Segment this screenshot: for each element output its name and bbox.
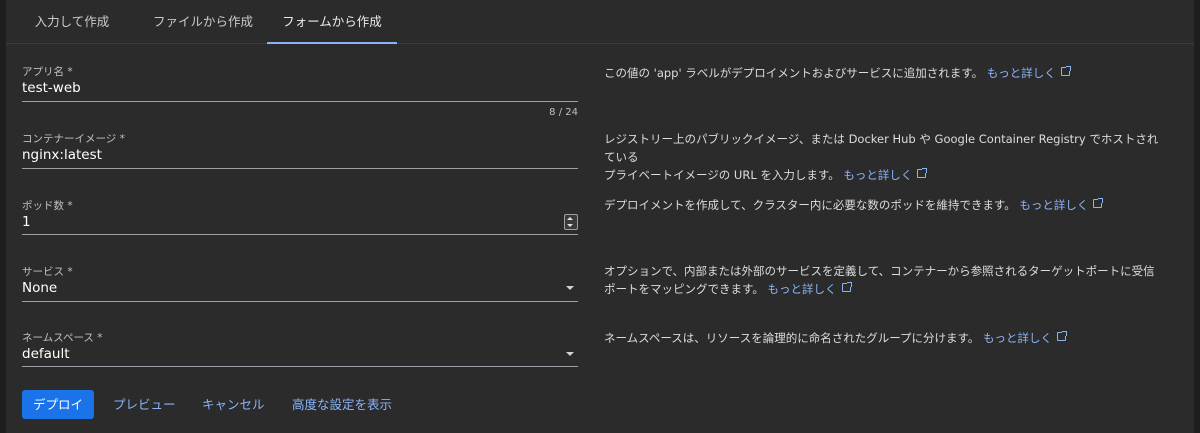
external-link-icon (1057, 331, 1068, 341)
app-name-counter: 8 / 24 (549, 107, 578, 118)
cancel-button[interactable]: キャンセル (202, 390, 265, 419)
container-image-learn-more-link[interactable]: もっと詳しく (843, 168, 928, 182)
container-image-help: レジストリー上のパブリックイメージ、または Docker Hub や Googl… (604, 132, 1159, 182)
container-image-input[interactable]: nginx:latest (22, 147, 102, 163)
service-learn-more-link[interactable]: もっと詳しく (768, 282, 852, 296)
service-value[interactable]: None (22, 280, 57, 296)
namespace-select[interactable]: ネームスペース * default (22, 330, 578, 370)
pod-count-input[interactable]: 1 (22, 214, 31, 230)
service-select[interactable]: サービス * None (22, 264, 578, 304)
pod-count-field[interactable]: ポッド数 * 1 (22, 198, 578, 238)
stepper-down-icon[interactable] (567, 224, 573, 227)
tab-input[interactable]: 入力して作成 (6, 0, 138, 43)
advanced-settings-button[interactable]: 高度な設定を表示 (292, 390, 392, 419)
namespace-help: ネームスペースは、リソースを論理的に命名されたグループに分けます。 もっと詳しく (604, 329, 1169, 347)
container-image-field[interactable]: コンテナーイメージ * nginx:latest (22, 131, 578, 171)
pod-count-label: ポッド数 * (22, 200, 73, 212)
namespace-underline (22, 366, 578, 367)
tab-form[interactable]: フォームから作成 (267, 0, 397, 44)
app-name-learn-more-link[interactable]: もっと詳しく (987, 66, 1071, 80)
create-tabs: 入力して作成 ファイルから作成 フォームから作成 (6, 0, 1194, 44)
pod-count-learn-more-link[interactable]: もっと詳しく (1019, 198, 1104, 212)
namespace-label: ネームスペース * (22, 332, 103, 344)
external-link-icon (1093, 198, 1104, 208)
namespace-dropdown-icon[interactable] (566, 352, 574, 356)
service-dropdown-icon[interactable] (566, 286, 574, 290)
pod-count-stepper[interactable] (564, 214, 578, 230)
service-underline (22, 301, 578, 302)
app-name-label: アプリ名 * (22, 66, 73, 78)
external-link-icon (917, 168, 928, 178)
app-name-help: この値の 'app' ラベルがデプロイメントおよびサービスに追加されます。 もっ… (604, 64, 1169, 82)
external-link-icon (841, 282, 852, 292)
pod-count-help: デプロイメントを作成して、クラスター内に必要な数のポッドを維持できます。 もっと… (604, 196, 1169, 214)
external-link-icon (1060, 66, 1071, 76)
stepper-up-icon[interactable] (567, 217, 573, 220)
create-panel: 入力して作成 ファイルから作成 フォームから作成 アプリ名 * test-web… (6, 0, 1194, 433)
service-label: サービス * (22, 266, 73, 278)
app-name-input[interactable]: test-web (22, 80, 81, 96)
namespace-value[interactable]: default (22, 346, 70, 362)
app-name-field[interactable]: アプリ名 * test-web 8 / 24 (22, 64, 578, 120)
deploy-button[interactable]: デプロイ (22, 390, 94, 419)
container-image-underline (22, 168, 578, 169)
service-help: オプションで、内部または外部のサービスを定義して、コンテナーから参照されるターゲ… (604, 264, 1155, 296)
tab-file[interactable]: ファイルから作成 (138, 0, 268, 43)
namespace-learn-more-link[interactable]: もっと詳しく (983, 331, 1068, 345)
app-name-underline (22, 101, 578, 102)
pod-count-underline (22, 234, 578, 235)
preview-button[interactable]: プレビュー (113, 390, 176, 419)
container-image-label: コンテナーイメージ * (22, 133, 125, 145)
